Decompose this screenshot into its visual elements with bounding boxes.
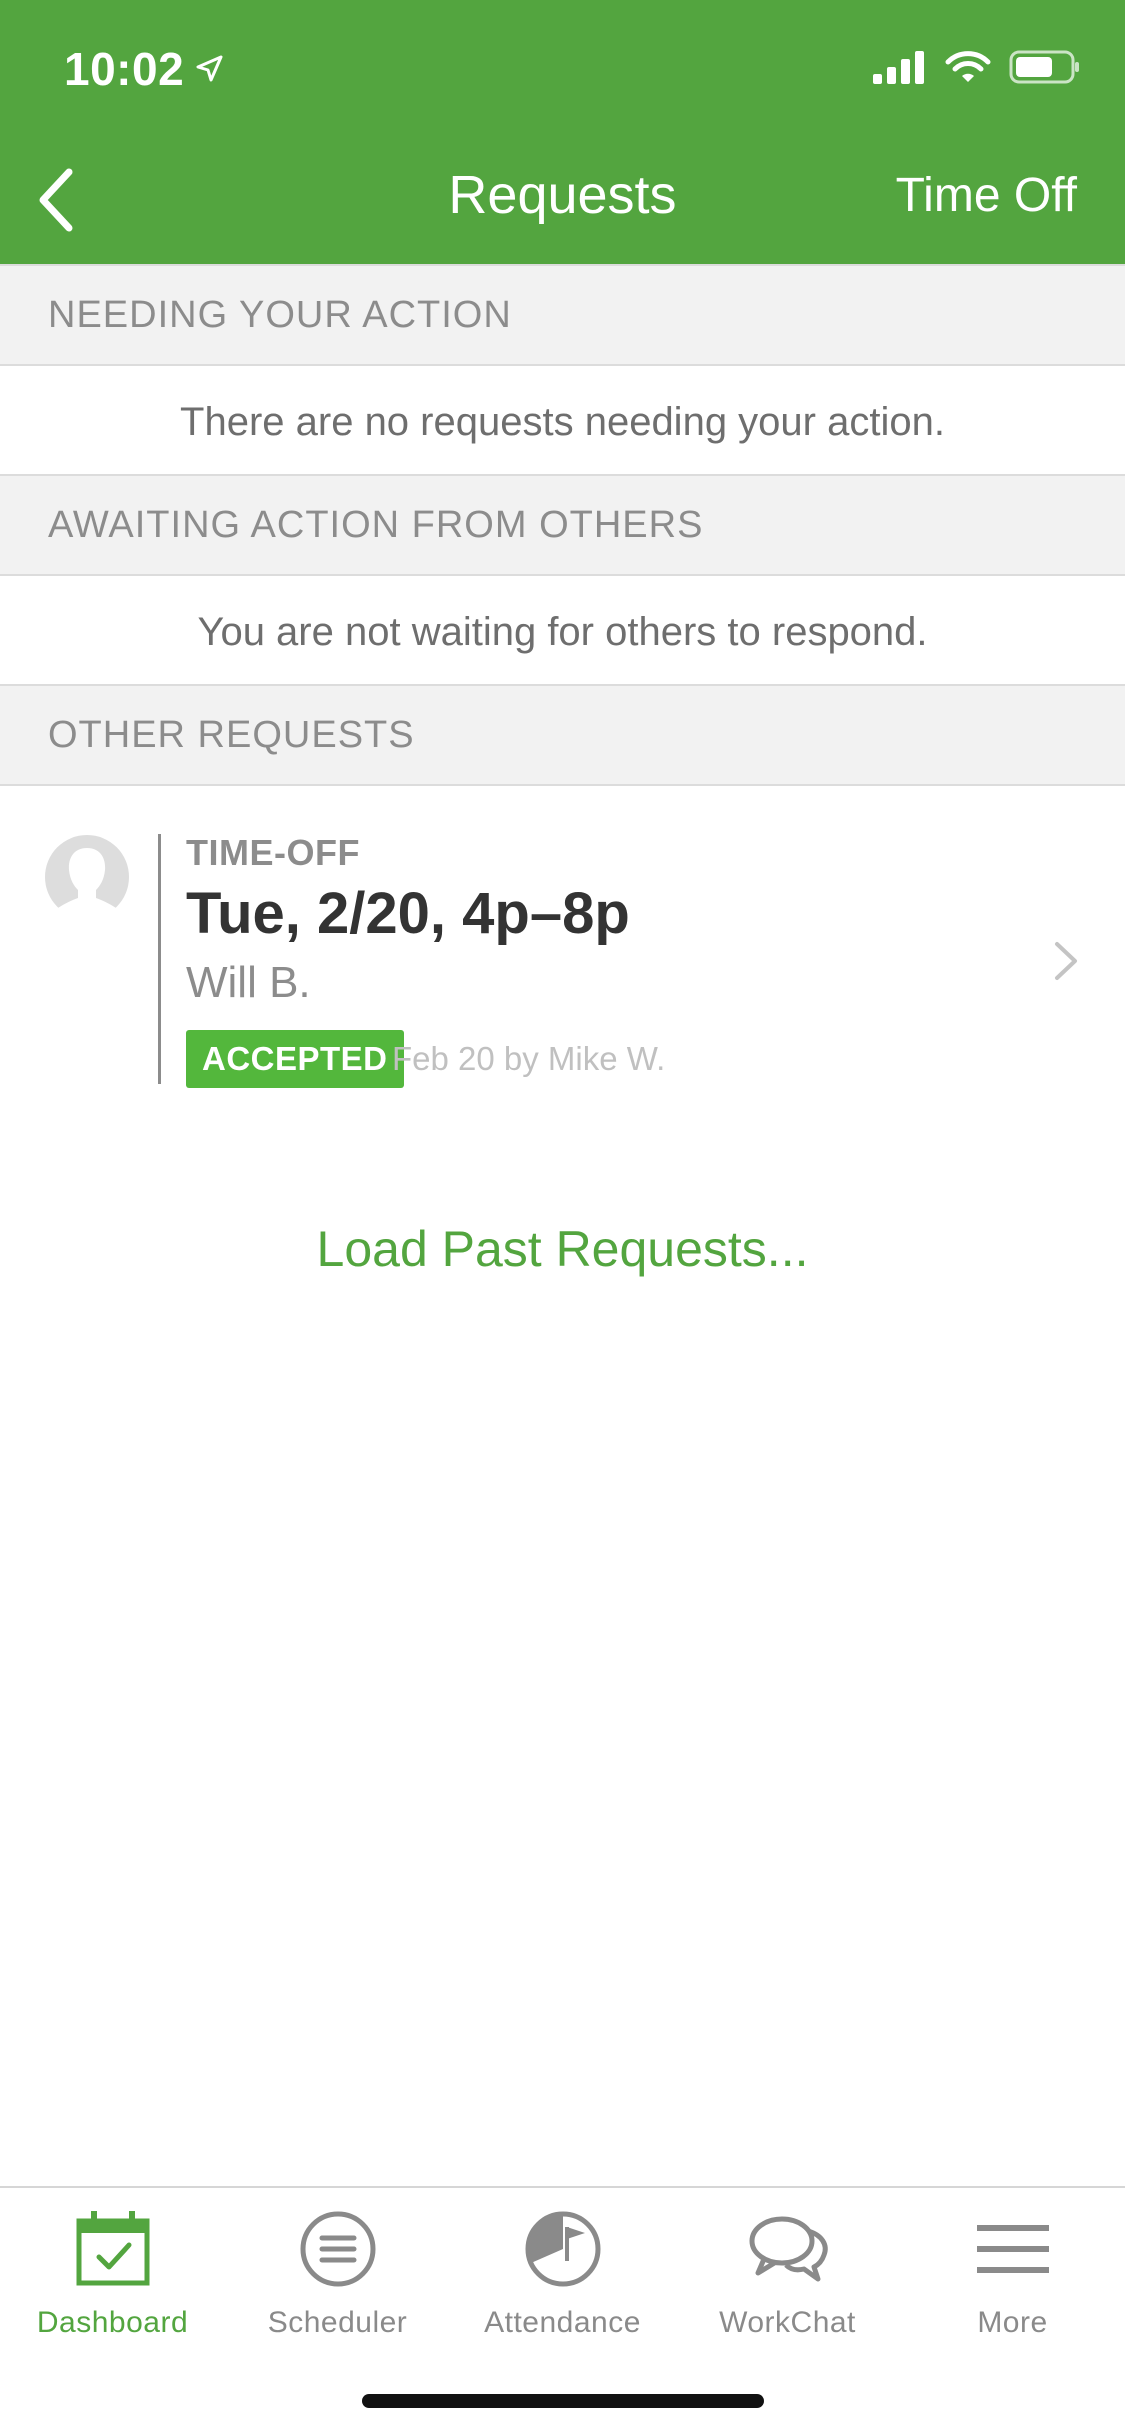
tab-workchat[interactable]: WorkChat	[675, 2204, 900, 2364]
section-header-awaiting-others: AWAITING ACTION FROM OTHERS	[0, 474, 1125, 576]
cellular-signal-icon	[873, 51, 924, 84]
clock-flag-icon	[518, 2204, 608, 2294]
item-divider-line	[158, 834, 161, 1084]
list-circle-icon	[293, 2204, 383, 2294]
section-header-other-requests: OTHER REQUESTS	[0, 684, 1125, 786]
tab-scheduler[interactable]: Scheduler	[225, 2204, 450, 2364]
home-indicator[interactable]	[362, 2394, 764, 2408]
request-list-item[interactable]: TIME-OFF Tue, 2/20, 4p–8p Will B. ACCEPT…	[0, 790, 1125, 1110]
status-time-text: 10:02	[64, 43, 185, 95]
location-arrow-icon	[196, 55, 223, 82]
status-badge: ACCEPTED	[186, 1030, 404, 1088]
request-employee-name: Will B.	[186, 958, 311, 1007]
section-header-needing-action: NEEDING YOUR ACTION	[0, 264, 1125, 366]
app-header: 10:02 Requests Time Off	[0, 0, 1125, 264]
empty-state-needing-action: There are no requests needing your actio…	[180, 399, 945, 444]
chat-bubbles-icon	[743, 2204, 833, 2294]
status-bar-indicators	[873, 50, 1081, 84]
time-off-button[interactable]: Time Off	[896, 168, 1077, 223]
status-bar-time: 10:02	[64, 42, 224, 96]
tab-dashboard[interactable]: Dashboard	[0, 2204, 225, 2364]
battery-icon	[1009, 50, 1079, 84]
tab-more[interactable]: More	[900, 2204, 1125, 2364]
tab-label-attendance: Attendance	[484, 2306, 641, 2339]
request-date: Tue, 2/20, 4p–8p	[186, 881, 630, 946]
tab-label-workchat: WorkChat	[719, 2306, 856, 2339]
tab-label-more: More	[977, 2306, 1048, 2339]
tab-attendance[interactable]: Attendance	[450, 2204, 675, 2364]
calendar-check-icon	[68, 2204, 158, 2294]
empty-state-awaiting-others: You are not waiting for others to respon…	[197, 609, 928, 654]
chevron-right-icon	[1055, 942, 1077, 980]
request-type: TIME-OFF	[186, 832, 360, 873]
load-past-requests-link[interactable]: Load Past Requests...	[0, 1220, 1125, 1278]
hamburger-menu-icon	[968, 2204, 1058, 2294]
request-meta: Feb 20 by Mike W.	[392, 1040, 666, 1077]
wifi-icon	[945, 51, 991, 82]
tab-label-scheduler: Scheduler	[267, 2306, 408, 2339]
avatar-placeholder-icon	[45, 835, 129, 920]
tab-label-dashboard: Dashboard	[36, 2306, 189, 2339]
